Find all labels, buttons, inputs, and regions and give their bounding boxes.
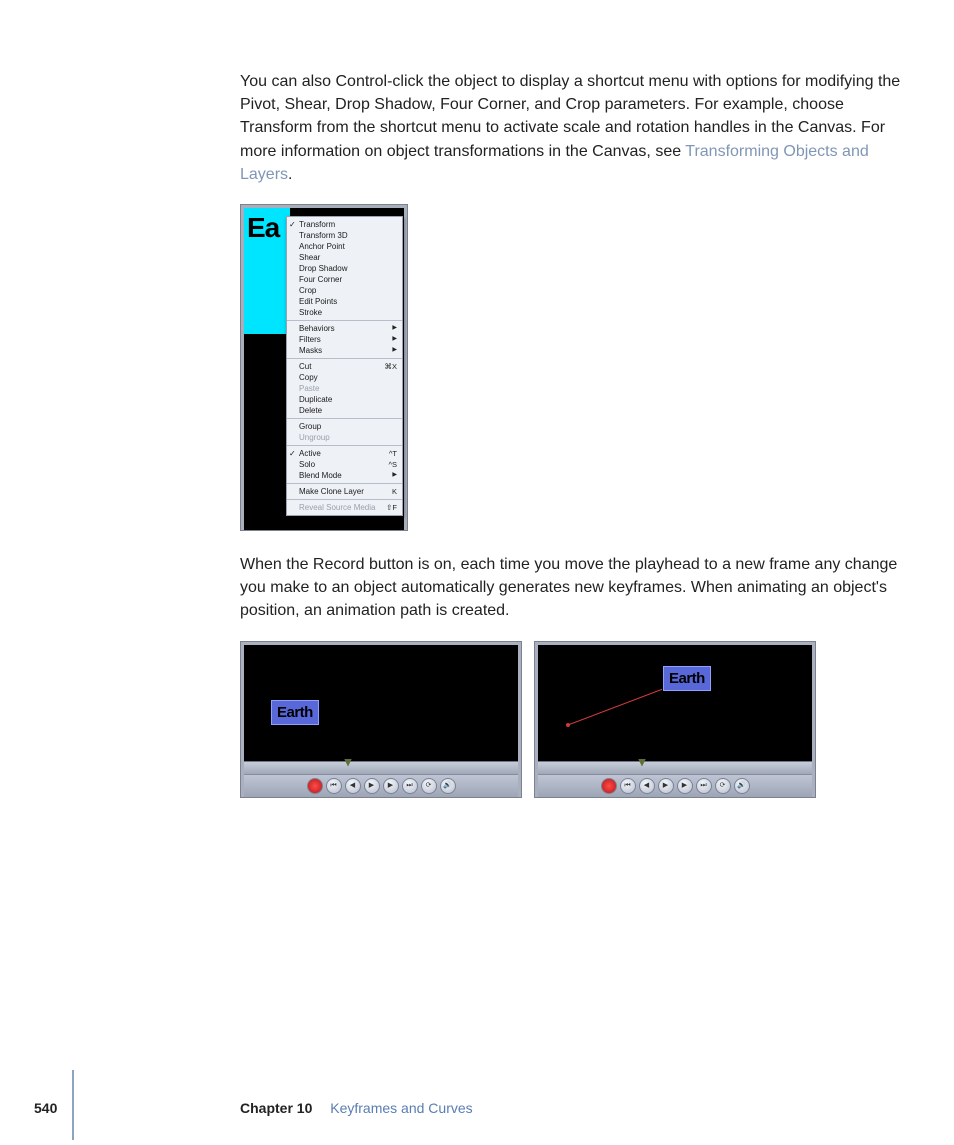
figure-context-menu: Ea Transform Transform 3D Anchor Point S… (240, 204, 408, 531)
earth-object: Earth (270, 699, 320, 727)
skip-end-icon: ⏭ (406, 782, 412, 789)
play-icon: ▶ (663, 782, 668, 789)
menuitem-drop-shadow[interactable]: Drop Shadow (287, 263, 402, 274)
timeline-ruler (538, 761, 812, 774)
skip-start-icon: ⏮ (624, 782, 630, 789)
play-button[interactable]: ▶ (658, 778, 674, 794)
selected-object-label-partial: Ea (247, 208, 279, 249)
playhead-marker-icon (638, 759, 646, 767)
manual-page: You can also Control-click the object to… (0, 0, 954, 1140)
menuitem-paste: Paste (287, 383, 402, 394)
prev-frame-button[interactable]: ◀ (345, 778, 361, 794)
go-to-start-button[interactable]: ⏮ (620, 778, 636, 794)
menuitem-blend-mode[interactable]: Blend Mode▶ (287, 470, 402, 481)
body-text-1b: . (288, 166, 292, 183)
menuitem-masks[interactable]: Masks▶ (287, 345, 402, 356)
footer-divider (72, 1070, 74, 1140)
menuitem-behaviors[interactable]: Behaviors▶ (287, 323, 402, 334)
context-menu-group-addons: Behaviors▶ Filters▶ Masks▶ (287, 321, 402, 359)
page-footer: 540 Chapter 10 Keyframes and Curves (0, 1090, 954, 1140)
speaker-icon: 🔊 (737, 782, 746, 789)
menuitem-stroke[interactable]: Stroke (287, 307, 402, 318)
figure-animation-start: Earth ⏮ ◀ ▶ ▶ ⏭ ⟳ 🔊 (240, 641, 522, 798)
playhead-marker-icon (344, 759, 352, 767)
menuitem-crop[interactable]: Crop (287, 285, 402, 296)
go-to-end-button[interactable]: ⏭ (402, 778, 418, 794)
record-button[interactable] (307, 778, 323, 794)
loop-icon: ⟳ (426, 782, 432, 789)
menuitem-filters[interactable]: Filters▶ (287, 334, 402, 345)
earth-object: Earth (662, 665, 712, 693)
submenu-arrow-icon: ▶ (392, 345, 397, 356)
step-back-icon: ◀ (350, 782, 355, 789)
step-forward-icon: ▶ (388, 782, 393, 789)
chapter-label: Chapter 10 (240, 1100, 312, 1116)
play-button[interactable]: ▶ (364, 778, 380, 794)
context-menu-group-edit: Cut⌘X Copy Paste Duplicate Delete (287, 359, 402, 419)
speaker-icon: 🔊 (443, 782, 452, 789)
footer-chapter: Chapter 10 Keyframes and Curves (240, 1098, 473, 1118)
audio-button[interactable]: 🔊 (734, 778, 750, 794)
record-button[interactable] (601, 778, 617, 794)
menuitem-solo[interactable]: Solo^S (287, 459, 402, 470)
menuitem-make-clone-layer[interactable]: Make Clone LayerK (287, 486, 402, 497)
play-icon: ▶ (369, 782, 374, 789)
loop-icon: ⟳ (720, 782, 726, 789)
go-to-end-button[interactable]: ⏭ (696, 778, 712, 794)
context-menu-group-transform: Transform Transform 3D Anchor Point Shea… (287, 217, 402, 321)
prev-frame-button[interactable]: ◀ (639, 778, 655, 794)
canvas-area: Ea Transform Transform 3D Anchor Point S… (244, 208, 404, 530)
chapter-title: Keyframes and Curves (330, 1100, 472, 1116)
audio-button[interactable]: 🔊 (440, 778, 456, 794)
menuitem-four-corner[interactable]: Four Corner (287, 274, 402, 285)
submenu-arrow-icon: ▶ (392, 334, 397, 345)
skip-start-icon: ⏮ (330, 782, 336, 789)
submenu-arrow-icon: ▶ (392, 323, 397, 334)
context-menu-group-reveal: Reveal Source Media⇧F (287, 500, 402, 515)
figure-animation-path-pair: Earth ⏮ ◀ ▶ ▶ ⏭ ⟳ 🔊 (240, 641, 914, 798)
menuitem-transform-3d[interactable]: Transform 3D (287, 230, 402, 241)
timeline-ruler (244, 761, 518, 774)
context-menu-group-clone: Make Clone LayerK (287, 484, 402, 500)
context-menu[interactable]: Transform Transform 3D Anchor Point Shea… (286, 216, 403, 516)
step-forward-icon: ▶ (682, 782, 687, 789)
loop-button[interactable]: ⟳ (715, 778, 731, 794)
menuitem-anchor-point[interactable]: Anchor Point (287, 241, 402, 252)
menuitem-shear[interactable]: Shear (287, 252, 402, 263)
submenu-arrow-icon: ▶ (392, 470, 397, 481)
menuitem-ungroup: Ungroup (287, 432, 402, 443)
body-paragraph-1: You can also Control-click the object to… (240, 70, 914, 186)
menuitem-edit-points[interactable]: Edit Points (287, 296, 402, 307)
canvas-area: Earth (244, 645, 518, 761)
page-number: 540 (34, 1098, 57, 1118)
next-frame-button[interactable]: ▶ (383, 778, 399, 794)
context-menu-group-state: Active^T Solo^S Blend Mode▶ (287, 446, 402, 484)
menuitem-copy[interactable]: Copy (287, 372, 402, 383)
menuitem-group[interactable]: Group (287, 421, 402, 432)
skip-end-icon: ⏭ (700, 782, 706, 789)
figure-animation-end: Earth ⏮ ◀ ▶ ▶ ⏭ ⟳ 🔊 (534, 641, 816, 798)
menuitem-delete[interactable]: Delete (287, 405, 402, 416)
canvas-area: Earth (538, 645, 812, 761)
body-paragraph-2: When the Record button is on, each time … (240, 553, 914, 623)
go-to-start-button[interactable]: ⏮ (326, 778, 342, 794)
menuitem-duplicate[interactable]: Duplicate (287, 394, 402, 405)
context-menu-group-group: Group Ungroup (287, 419, 402, 446)
menuitem-cut[interactable]: Cut⌘X (287, 361, 402, 372)
menuitem-reveal-source-media: Reveal Source Media⇧F (287, 502, 402, 513)
loop-button[interactable]: ⟳ (421, 778, 437, 794)
next-frame-button[interactable]: ▶ (677, 778, 693, 794)
menuitem-active[interactable]: Active^T (287, 448, 402, 459)
transport-controls: ⏮ ◀ ▶ ▶ ⏭ ⟳ 🔊 (244, 774, 518, 797)
step-back-icon: ◀ (644, 782, 649, 789)
menuitem-transform[interactable]: Transform (287, 219, 402, 230)
transport-controls: ⏮ ◀ ▶ ▶ ⏭ ⟳ 🔊 (538, 774, 812, 797)
